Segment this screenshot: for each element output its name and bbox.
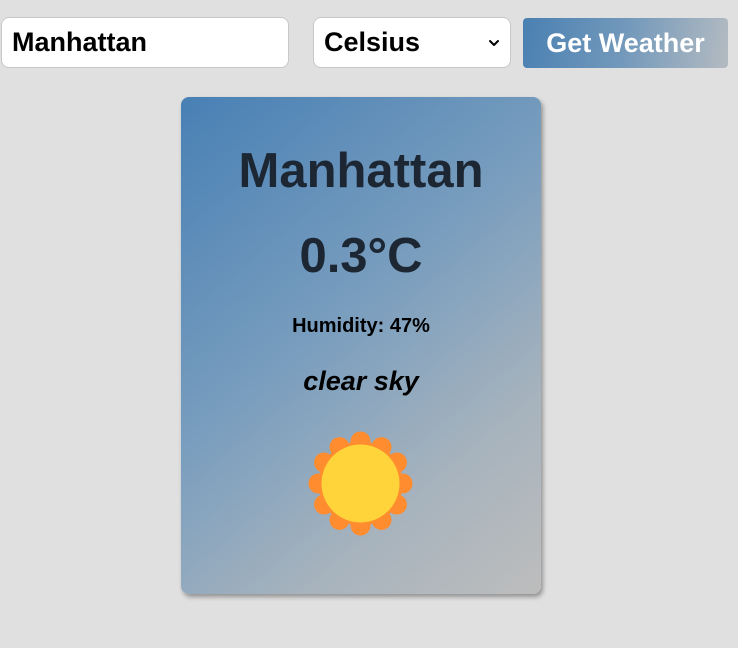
get-weather-button[interactable]: Get Weather — [523, 18, 728, 68]
clear-sky-sun-icon — [307, 430, 414, 537]
humidity-value: Humidity: 47% — [292, 315, 430, 337]
search-controls: Celsius Get Weather — [1, 17, 738, 70]
city-search-input[interactable] — [1, 17, 289, 68]
unit-select-value: Celsius — [324, 27, 421, 57]
unit-select[interactable]: Celsius — [313, 17, 511, 68]
weather-card: Manhattan 0.3°C Humidity: 47% clear sky — [181, 97, 541, 594]
temperature-value: 0.3°C — [299, 229, 423, 283]
weather-description: clear sky — [303, 366, 419, 396]
weather-city-name: Manhattan — [238, 144, 484, 198]
chevron-down-icon — [488, 37, 500, 49]
